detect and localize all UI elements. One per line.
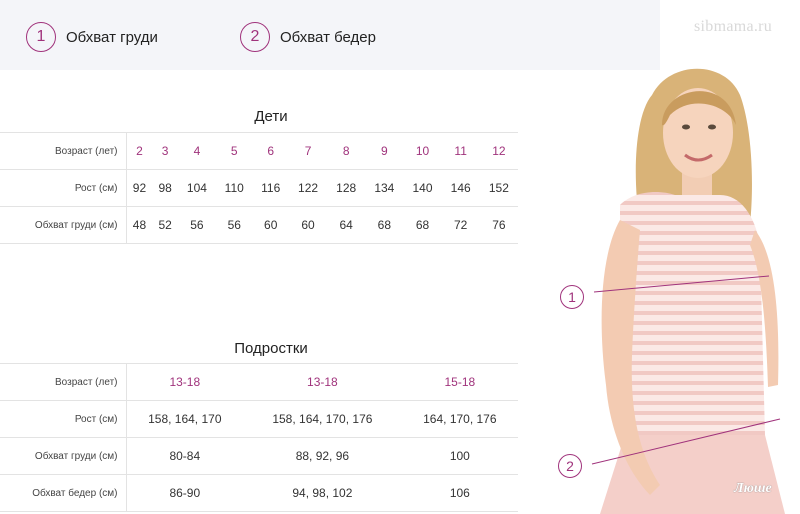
table-cell: 60 (288, 206, 328, 244)
table-cell: 64 (327, 206, 366, 244)
table-cell: 134 (365, 169, 404, 207)
table-cell: 8 (327, 132, 366, 170)
legend-item-hips: 2 Обхват бедер (240, 22, 376, 52)
table-cell: 9 (365, 132, 404, 170)
measure-marker-chest: 1 (560, 285, 584, 309)
table-cell: 6 (252, 132, 289, 170)
table-cell: 2 (126, 132, 153, 170)
table-cell: 72 (441, 206, 480, 244)
table-cell: 3 (152, 132, 178, 170)
table-cell: 106 (401, 474, 518, 512)
table-cell: 140 (403, 169, 442, 207)
table-cell: 56 (177, 206, 217, 244)
table-cell: 68 (365, 206, 404, 244)
row-header: Обхват груди (см) (0, 437, 127, 475)
row-header: Возраст (лет) (0, 132, 127, 170)
table-row: Обхват груди (см) 48 52 56 56 60 60 64 6… (0, 206, 518, 244)
row-header: Обхват груди (см) (0, 206, 127, 244)
row-header: Обхват бедер (см) (0, 474, 127, 512)
table-cell: 60 (252, 206, 289, 244)
table-cell: 122 (288, 169, 328, 207)
row-header: Рост (см) (0, 169, 127, 207)
table-cell: 4 (177, 132, 217, 170)
size-table-teens: Возраст (лет) 13-18 13-18 15-18 Рост (см… (0, 363, 518, 512)
table-cell: 152 (479, 169, 518, 207)
table-cell: 11 (441, 132, 480, 170)
table-cell: 158, 164, 170, 176 (243, 400, 402, 438)
row-header: Возраст (лет) (0, 363, 127, 401)
legend-label: Обхват бедер (280, 28, 376, 46)
table-cell: 116 (252, 169, 289, 207)
table-cell: 13-18 (126, 363, 244, 401)
table-cell: 88, 92, 96 (243, 437, 402, 475)
table-cell: 100 (401, 437, 518, 475)
size-table-kids: Возраст (лет) 2 3 4 5 6 7 8 9 10 11 12 Р… (0, 132, 518, 244)
table-row: Обхват бедер (см) 86-90 94, 98, 102 106 (0, 474, 518, 512)
table-cell: 92 (126, 169, 153, 207)
legend-item-chest: 1 Обхват груди (26, 22, 158, 52)
model-photo (591, 68, 785, 514)
number-badge: 1 (26, 22, 56, 52)
table-cell: 158, 164, 170 (126, 400, 244, 438)
table-cell: 48 (126, 206, 153, 244)
table-cell: 76 (479, 206, 518, 244)
row-header: Рост (см) (0, 400, 127, 438)
table-cell: 5 (216, 132, 253, 170)
table-cell: 128 (327, 169, 366, 207)
table-cell: 86-90 (126, 474, 244, 512)
table-cell: 13-18 (243, 363, 402, 401)
table-cell: 98 (152, 169, 178, 207)
table-row: Обхват груди (см) 80-84 88, 92, 96 100 (0, 437, 518, 475)
legend-label: Обхват груди (66, 28, 158, 46)
measure-marker-hips: 2 (558, 454, 582, 478)
table-cell: 10 (403, 132, 442, 170)
watermark: sibmama.ru (694, 18, 773, 35)
table-row: Возраст (лет) 13-18 13-18 15-18 (0, 363, 518, 401)
table-cell: 68 (403, 206, 442, 244)
table-cell: 80-84 (126, 437, 244, 475)
table-cell: 15-18 (401, 363, 518, 401)
brand-logo: Люше (734, 481, 772, 496)
table-cell: 7 (288, 132, 328, 170)
table-row: Рост (см) 92 98 104 110 116 122 128 134 … (0, 169, 518, 207)
table-cell: 94, 98, 102 (243, 474, 402, 512)
table-cell: 52 (152, 206, 178, 244)
table-cell: 12 (479, 132, 518, 170)
table-cell: 110 (216, 169, 253, 207)
table-row: Рост (см) 158, 164, 170 158, 164, 170, 1… (0, 400, 518, 438)
number-badge: 2 (240, 22, 270, 52)
table-row: Возраст (лет) 2 3 4 5 6 7 8 9 10 11 12 (0, 132, 518, 170)
section-title-kids: Дети (254, 108, 288, 125)
table-cell: 104 (177, 169, 217, 207)
table-cell: 56 (216, 206, 253, 244)
table-cell: 146 (441, 169, 480, 207)
table-cell: 164, 170, 176 (401, 400, 518, 438)
section-title-teens: Подростки (234, 340, 308, 357)
